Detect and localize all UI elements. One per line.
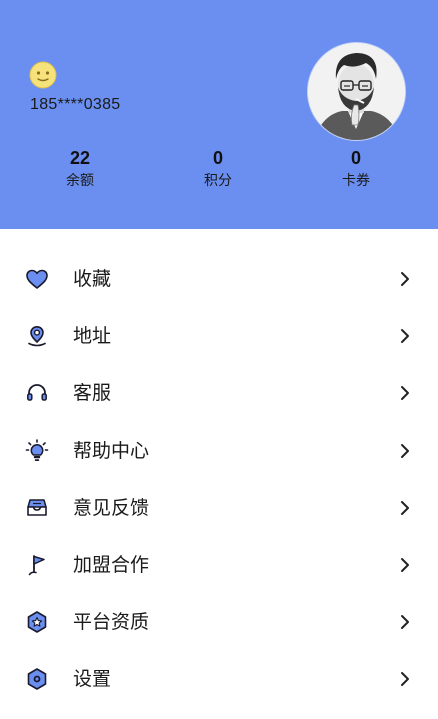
phone-number: 185****0385	[30, 96, 121, 113]
lightbulb-icon	[25, 438, 49, 461]
stat-value: 0	[212, 148, 223, 168]
menu-label: 意见反馈	[73, 496, 150, 519]
location-pin-icon	[28, 326, 46, 347]
menu-item-qualifications[interactable]: 平台资质	[0, 594, 438, 651]
menu-item-help-center[interactable]: 帮助中心	[0, 423, 438, 480]
menu-label: 帮助中心	[73, 439, 150, 462]
profile-header: 185****0385 22 余额 0 积分 0 卡券	[0, 0, 438, 229]
chevron-right-icon	[401, 443, 409, 458]
menu-label: 客服	[73, 382, 112, 405]
stat-label: 卡券	[342, 173, 370, 189]
stat-label: 积分	[204, 173, 232, 189]
menu-label: 地址	[73, 325, 112, 348]
menu-item-franchise[interactable]: 加盟合作	[0, 537, 438, 594]
stat-points[interactable]: 0 积分	[158, 146, 278, 191]
stat-label: 余额	[66, 173, 94, 189]
chevron-right-icon	[401, 615, 409, 630]
flag-icon	[28, 555, 45, 576]
chevron-right-icon	[401, 500, 409, 515]
chevron-right-icon	[401, 272, 409, 286]
stat-coupons[interactable]: 0 卡券	[296, 146, 416, 191]
smiley-face-icon[interactable]	[29, 61, 57, 89]
heart-icon	[26, 269, 48, 289]
inbox-icon	[27, 499, 47, 516]
chevron-right-icon	[401, 672, 409, 687]
menu-item-settings[interactable]: 设置	[0, 651, 438, 708]
menu-label: 平台资质	[73, 611, 150, 634]
avatar[interactable]	[308, 43, 405, 140]
menu-label: 加盟合作	[73, 553, 150, 576]
menu-item-customer-service[interactable]: 客服	[0, 365, 438, 422]
stat-balance[interactable]: 22 余额	[20, 146, 140, 191]
menu-item-favorites[interactable]: 收藏	[0, 251, 438, 308]
menu-list: 收藏 地址 客服 帮助中心 意见反馈 加盟合作 平台资质 设置	[0, 251, 438, 709]
chevron-right-icon	[401, 329, 409, 344]
chevron-right-icon	[401, 557, 409, 572]
star-badge-icon	[27, 611, 47, 633]
chevron-right-icon	[401, 386, 409, 401]
menu-item-feedback[interactable]: 意见反馈	[0, 480, 438, 537]
menu-item-address[interactable]: 地址	[0, 308, 438, 365]
stat-value: 22	[69, 148, 91, 168]
headset-icon	[27, 384, 47, 402]
stat-value: 0	[350, 148, 361, 168]
stats-row: 22 余额 0 积分 0 卡券	[0, 146, 438, 196]
gear-icon	[27, 668, 47, 691]
avatar-illustration	[308, 43, 405, 140]
menu-label: 设置	[73, 668, 112, 691]
menu-label: 收藏	[73, 268, 112, 290]
